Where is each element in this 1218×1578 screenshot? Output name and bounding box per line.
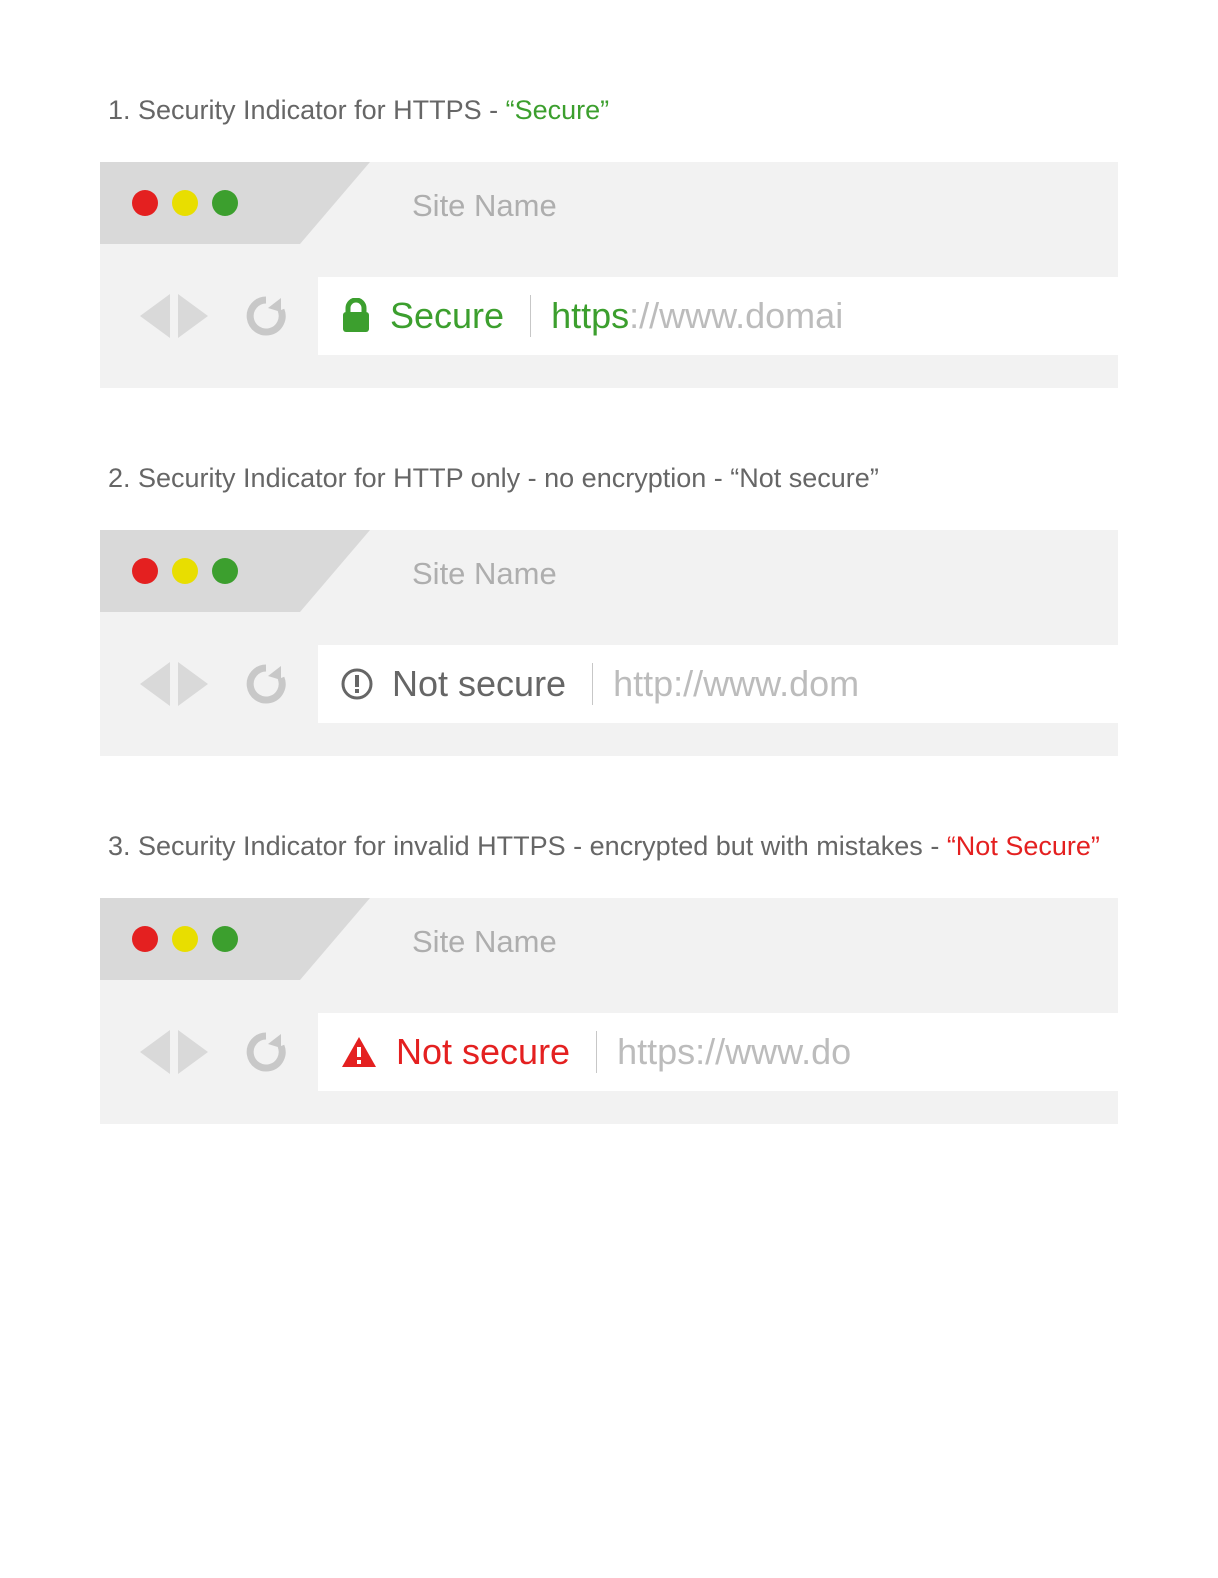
caption-text: 3. Security Indicator for invalid HTTPS … [108, 831, 947, 861]
caption-2: 2. Security Indicator for HTTP only - no… [100, 458, 1118, 500]
url-text: http://www.dom [613, 663, 859, 705]
security-status-text: Not secure [396, 1031, 570, 1073]
forward-icon[interactable] [178, 662, 208, 706]
section-invalid-https: 3. Security Indicator for invalid HTTPS … [100, 826, 1118, 1124]
nav-arrows [140, 662, 208, 706]
toolbar: Secure https://www.domai [100, 244, 1118, 388]
browser-mock-2: Site Name [100, 530, 1118, 756]
refresh-icon[interactable] [244, 662, 288, 706]
caption-highlight: “Not secure” [730, 463, 879, 493]
address-bar[interactable]: Not secure https://www.do [318, 1013, 1118, 1091]
refresh-icon[interactable] [244, 294, 288, 338]
browser-mock-3: Site Name [100, 898, 1118, 1124]
caption-highlight: “Secure” [506, 95, 610, 125]
warning-triangle-icon [340, 1035, 378, 1069]
close-dot-icon[interactable] [132, 926, 158, 952]
minimize-dot-icon[interactable] [172, 190, 198, 216]
security-status-text: Secure [390, 295, 504, 337]
section-http-not-secure: 2. Security Indicator for HTTP only - no… [100, 458, 1118, 756]
tab-title: Site Name [412, 556, 557, 592]
divider [596, 1031, 597, 1073]
maximize-dot-icon[interactable] [212, 558, 238, 584]
refresh-icon[interactable] [244, 1030, 288, 1074]
caption-1: 1. Security Indicator for HTTPS - “Secur… [100, 90, 1118, 132]
window-traffic-lights [132, 558, 238, 584]
title-bar: Site Name [100, 162, 1118, 244]
forward-icon[interactable] [178, 294, 208, 338]
nav-arrows [140, 1030, 208, 1074]
close-dot-icon[interactable] [132, 190, 158, 216]
section-https-secure: 1. Security Indicator for HTTPS - “Secur… [100, 90, 1118, 388]
browser-mock-1: Site Name Secure [100, 162, 1118, 388]
forward-icon[interactable] [178, 1030, 208, 1074]
caption-text: 1. Security Indicator for HTTPS - [108, 95, 506, 125]
caption-3: 3. Security Indicator for invalid HTTPS … [100, 826, 1118, 868]
maximize-dot-icon[interactable] [212, 190, 238, 216]
lock-icon [340, 298, 372, 334]
title-bar: Site Name [100, 530, 1118, 612]
tab-title: Site Name [412, 188, 557, 224]
address-bar[interactable]: Not secure http://www.dom [318, 645, 1118, 723]
nav-arrows [140, 294, 208, 338]
browser-tab[interactable]: Site Name [300, 898, 1118, 980]
toolbar: Not secure http://www.dom [100, 612, 1118, 756]
window-traffic-lights [132, 190, 238, 216]
security-status-text: Not secure [392, 663, 566, 705]
minimize-dot-icon[interactable] [172, 558, 198, 584]
back-icon[interactable] [140, 294, 170, 338]
caption-highlight: “Not Secure” [947, 831, 1100, 861]
url-text: https://www.domai [551, 295, 843, 337]
browser-tab[interactable]: Site Name [300, 162, 1118, 244]
back-icon[interactable] [140, 1030, 170, 1074]
tab-title: Site Name [412, 924, 557, 960]
title-bar: Site Name [100, 898, 1118, 980]
maximize-dot-icon[interactable] [212, 926, 238, 952]
url-text: https://www.do [617, 1031, 851, 1073]
divider [530, 295, 531, 337]
back-icon[interactable] [140, 662, 170, 706]
close-dot-icon[interactable] [132, 558, 158, 584]
window-traffic-lights [132, 926, 238, 952]
toolbar: Not secure https://www.do [100, 980, 1118, 1124]
info-circle-icon [340, 667, 374, 701]
caption-text: 2. Security Indicator for HTTP only - no… [108, 463, 730, 493]
address-bar[interactable]: Secure https://www.domai [318, 277, 1118, 355]
divider [592, 663, 593, 705]
minimize-dot-icon[interactable] [172, 926, 198, 952]
browser-tab[interactable]: Site Name [300, 530, 1118, 612]
